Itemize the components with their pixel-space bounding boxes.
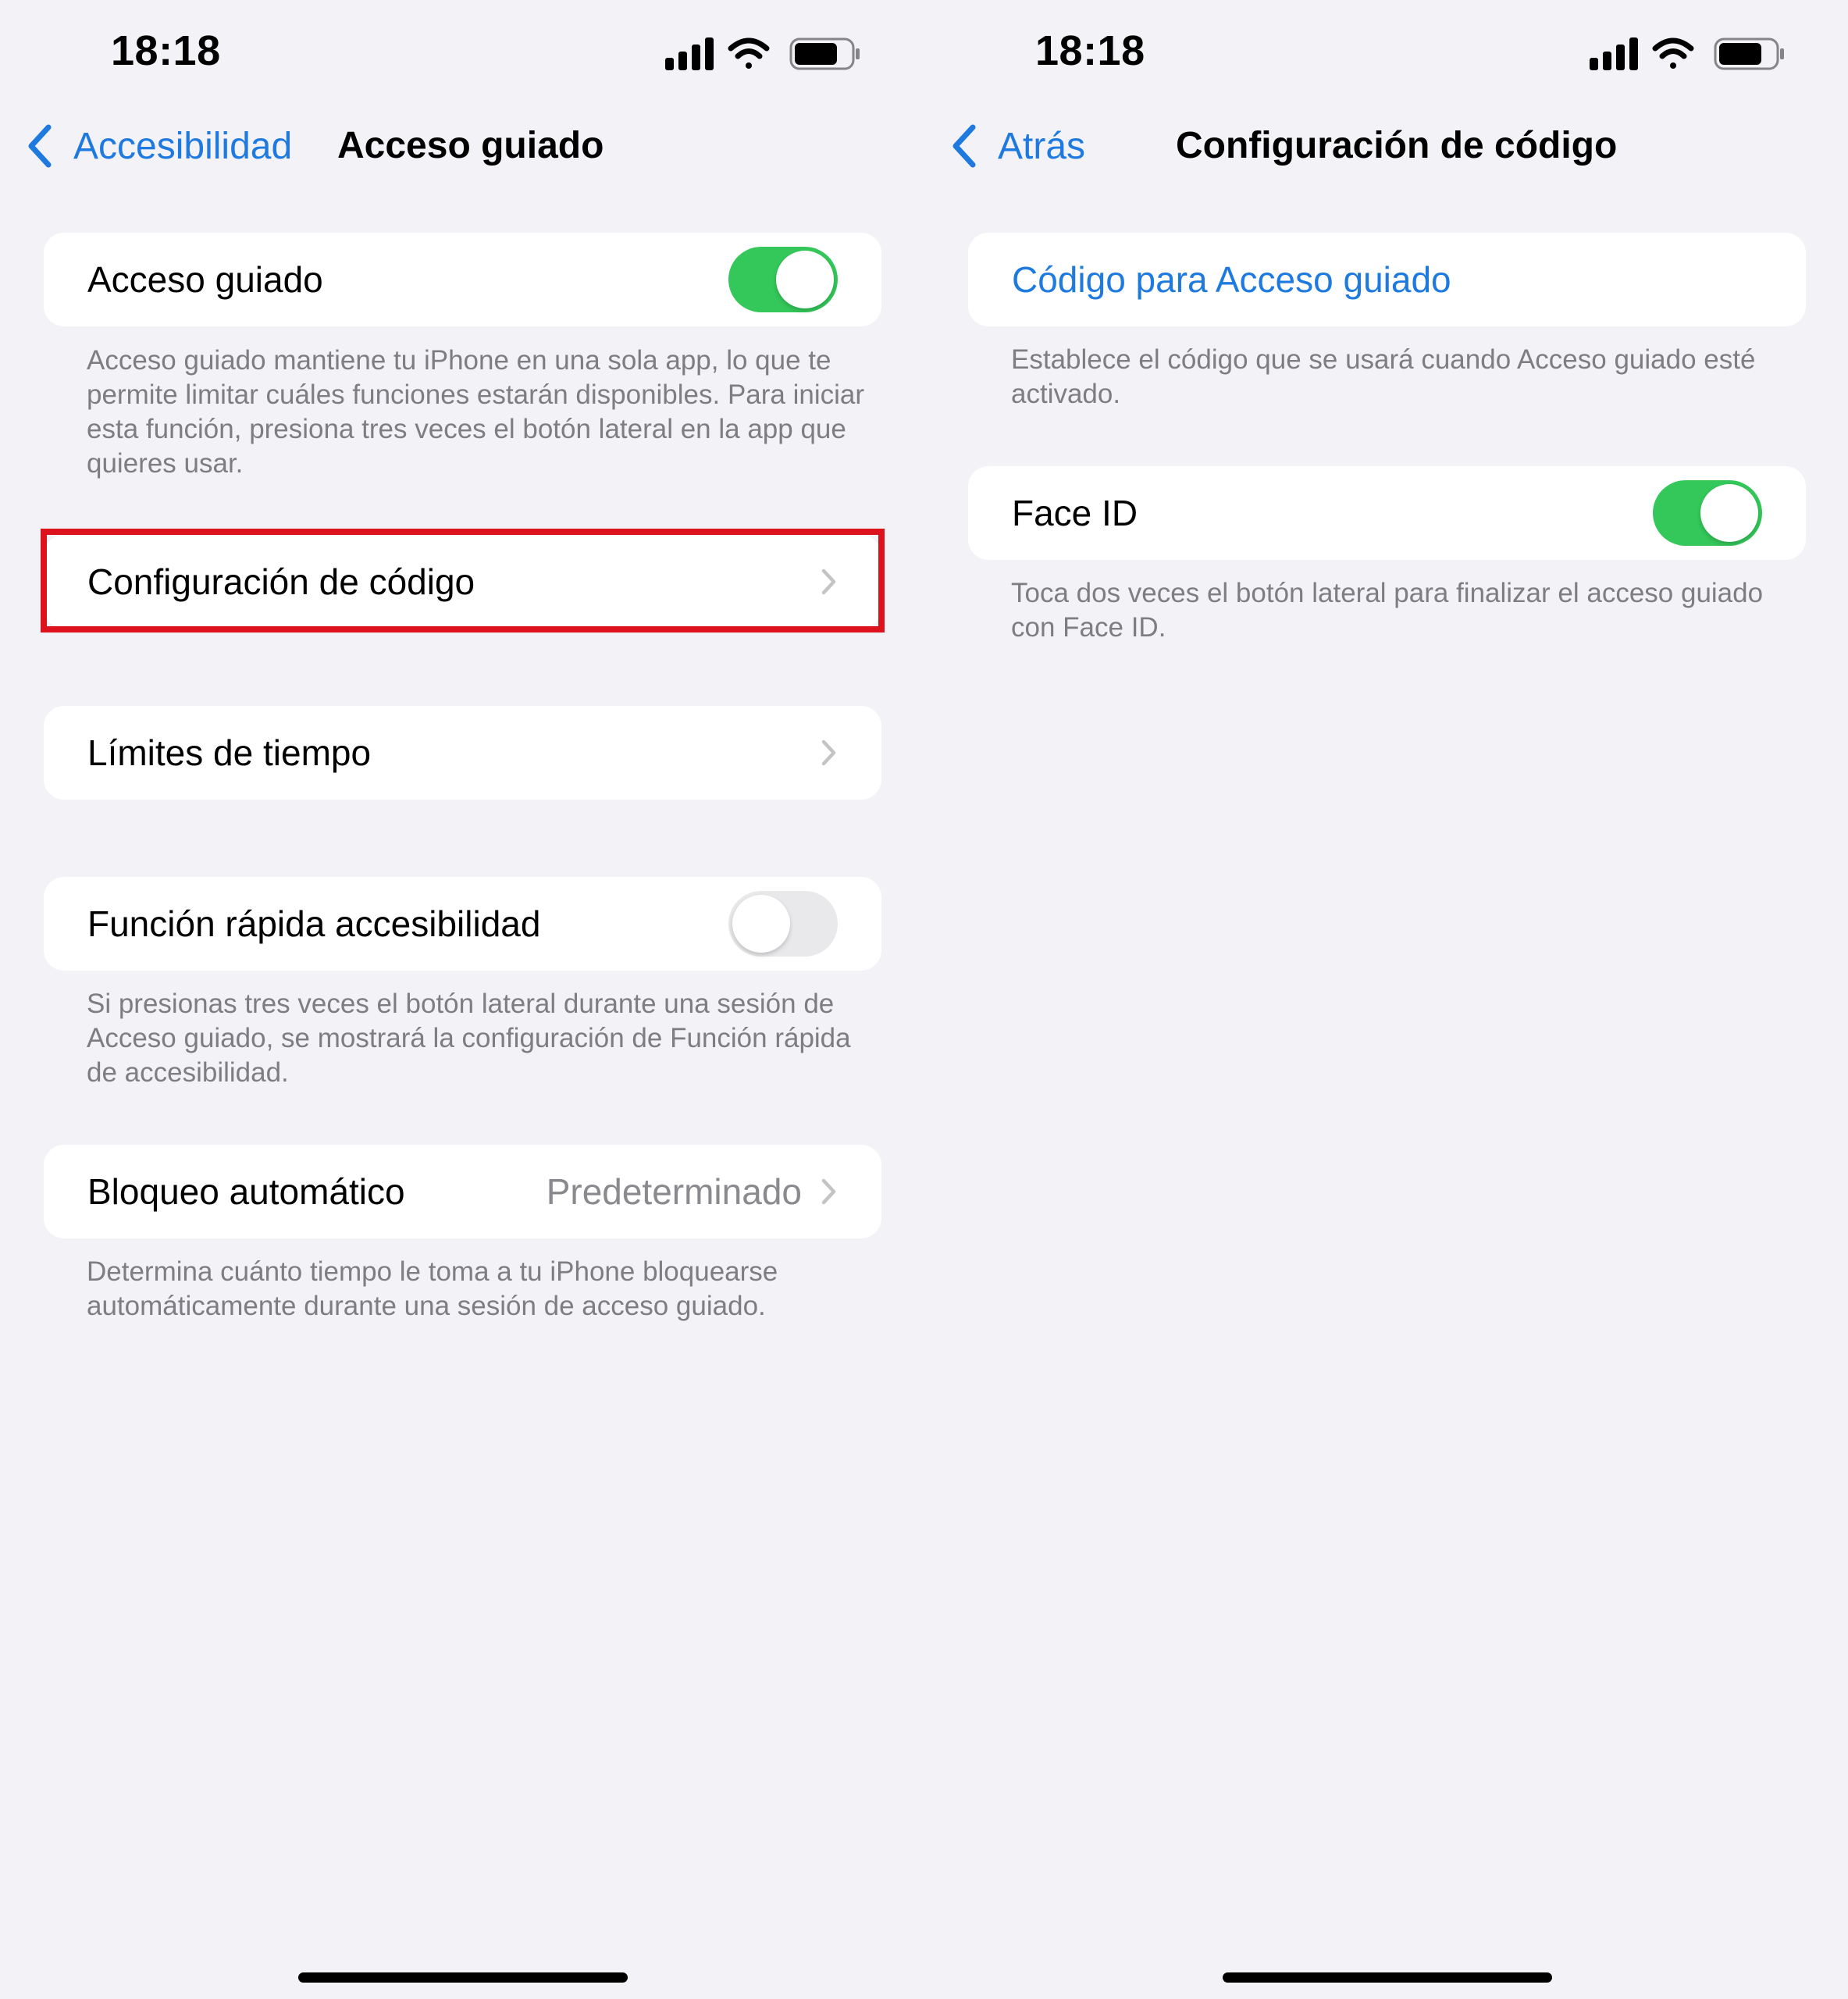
bloqueo-automatico-footer: Determina cuánto tiempo le toma a tu iPh…: [87, 1256, 778, 1321]
bloqueo-automatico-label: Bloqueo automático: [87, 1171, 405, 1212]
face-id-label: Face ID: [1012, 493, 1138, 533]
codigo-acceso-row[interactable]: Código para Acceso guiado: [968, 233, 1806, 326]
codigo-acceso-footer: Establece el código que se usará cuando …: [1011, 344, 1756, 409]
back-button[interactable]: Atrás: [949, 119, 1085, 173]
acceso-guiado-footer: Acceso guiado mantiene tu iPhone en una …: [87, 345, 865, 479]
back-button-label: Atrás: [998, 125, 1086, 167]
home-indicator[interactable]: [1223, 1972, 1552, 1983]
status-time: 18:18: [111, 27, 221, 74]
page-title: Acceso guiado: [337, 125, 604, 166]
funcion-rapida-row: Función rápida accesibilidad: [44, 877, 881, 971]
chevron-right-icon: [821, 568, 836, 595]
chevron-right-icon: [821, 1178, 836, 1205]
home-indicator[interactable]: [298, 1972, 628, 1983]
bloqueo-automatico-row[interactable]: Bloqueo automático Predeterminado: [44, 1145, 881, 1238]
bloqueo-automatico-value: Predeterminado: [546, 1171, 802, 1212]
left-screen: 18:18 Accesibilidad Acceso guiado Acceso…: [0, 0, 923, 1999]
chevron-left-icon: [28, 124, 52, 168]
wifi-icon: [1652, 37, 1694, 69]
battery-icon: [789, 37, 860, 70]
chevron-right-icon: [821, 739, 836, 766]
right-screen: 18:18 Atrás Configuración de código Códi…: [924, 0, 1847, 1999]
back-button-label: Accesibilidad: [73, 125, 293, 167]
face-id-card: Face ID: [968, 466, 1806, 560]
status-icons: [1590, 34, 1786, 73]
chevron-left-icon: [952, 124, 976, 168]
funcion-rapida-footer: Si presionas tres veces el botón lateral…: [87, 989, 851, 1088]
cellular-signal-icon: [665, 37, 714, 70]
cellular-signal-icon: [1590, 37, 1638, 70]
wifi-icon: [728, 37, 770, 69]
face-id-footer: Toca dos veces el botón lateral para fin…: [1011, 578, 1764, 643]
acceso-guiado-row: Acceso guiado: [44, 233, 881, 326]
bloqueo-automatico-card: Bloqueo automático Predeterminado: [44, 1145, 881, 1238]
status-time: 18:18: [1035, 27, 1145, 74]
codigo-acceso-label: Código para Acceso guiado: [1012, 259, 1451, 300]
limites-tiempo-label: Límites de tiempo: [87, 732, 372, 773]
limites-tiempo-row[interactable]: Límites de tiempo: [44, 706, 881, 800]
funcion-rapida-toggle[interactable]: [728, 891, 838, 957]
funcion-rapida-card: Función rápida accesibilidad: [44, 877, 881, 971]
status-icons: [665, 34, 862, 73]
limites-tiempo-card: Límites de tiempo: [44, 706, 881, 800]
acceso-guiado-card: Acceso guiado: [44, 233, 881, 326]
acceso-guiado-toggle[interactable]: [728, 247, 838, 312]
face-id-toggle[interactable]: [1653, 480, 1762, 546]
configuracion-codigo-card: Configuración de código: [44, 535, 881, 629]
funcion-rapida-label: Función rápida accesibilidad: [87, 903, 541, 944]
back-button[interactable]: Accesibilidad: [25, 119, 292, 173]
acceso-guiado-label: Acceso guiado: [87, 259, 323, 300]
page-title: Configuración de código: [1176, 125, 1618, 166]
configuracion-codigo-row[interactable]: Configuración de código: [44, 535, 881, 629]
battery-icon: [1714, 37, 1784, 70]
face-id-row: Face ID: [968, 466, 1806, 560]
configuracion-codigo-label: Configuración de código: [87, 561, 475, 602]
codigo-acceso-card: Código para Acceso guiado: [968, 233, 1806, 326]
